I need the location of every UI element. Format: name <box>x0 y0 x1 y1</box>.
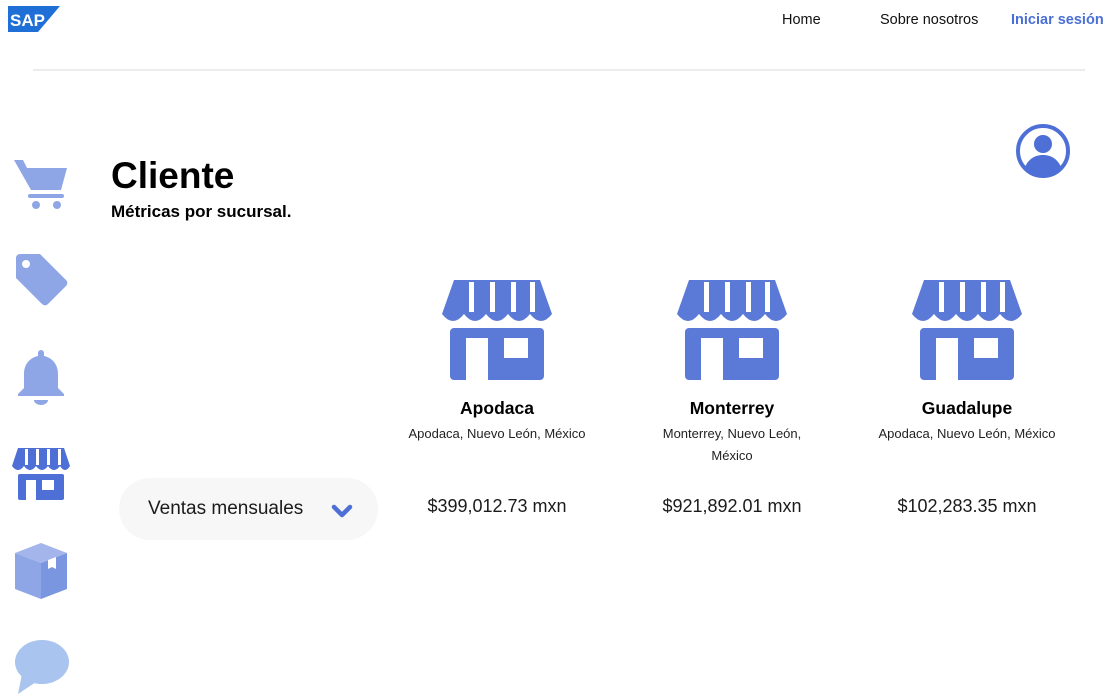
nav-about-link[interactable]: Sobre nosotros <box>880 12 978 32</box>
header-divider <box>33 69 1085 71</box>
branch-location: Monterrey, Nuevo León, México <box>662 426 802 463</box>
branch-name: Guadalupe <box>921 398 1013 418</box>
nav-login-link[interactable]: Iniciar sesión <box>1011 12 1104 32</box>
store-icon <box>912 280 1022 380</box>
sap-logo[interactable]: SAP <box>8 6 60 32</box>
branch-location: Apodaca, Nuevo León, México <box>408 426 586 441</box>
branch-card[interactable]: Monterrey Monterrey, Nuevo León, México … <box>617 280 847 516</box>
branch-card[interactable]: Guadalupe Apodaca, Nuevo León, México $1… <box>852 280 1082 516</box>
cart-icon[interactable] <box>12 152 70 210</box>
store-icon <box>677 280 787 380</box>
branch-sales-amount: $399,012.73 mxn <box>427 496 567 516</box>
tag-icon[interactable] <box>12 250 70 308</box>
branch-sales-amount: $921,892.01 mxn <box>662 496 802 516</box>
logo-text: SAP <box>10 11 45 30</box>
store-icon <box>442 280 552 380</box>
box-icon[interactable] <box>12 541 70 599</box>
user-avatar-icon[interactable] <box>1015 123 1071 179</box>
bell-icon[interactable] <box>12 348 70 406</box>
branch-location: Apodaca, Nuevo León, México <box>878 426 1056 441</box>
nav-home-link[interactable]: Home <box>782 12 821 32</box>
page-title: Cliente <box>111 155 235 196</box>
branch-card[interactable]: Apodaca Apodaca, Nuevo León, México $399… <box>382 280 612 516</box>
chevron-down-icon[interactable] <box>331 500 353 522</box>
store-icon[interactable] <box>12 444 70 502</box>
page-subtitle: Métricas por sucursal. <box>111 202 292 221</box>
metric-dropdown-label: Ventas mensuales <box>148 498 304 519</box>
branch-sales-amount: $102,283.35 mxn <box>897 496 1037 516</box>
chat-icon[interactable] <box>12 638 70 696</box>
metric-dropdown[interactable]: Ventas mensuales <box>119 478 378 540</box>
branch-name: Apodaca <box>460 398 534 418</box>
branch-name: Monterrey <box>689 398 775 418</box>
